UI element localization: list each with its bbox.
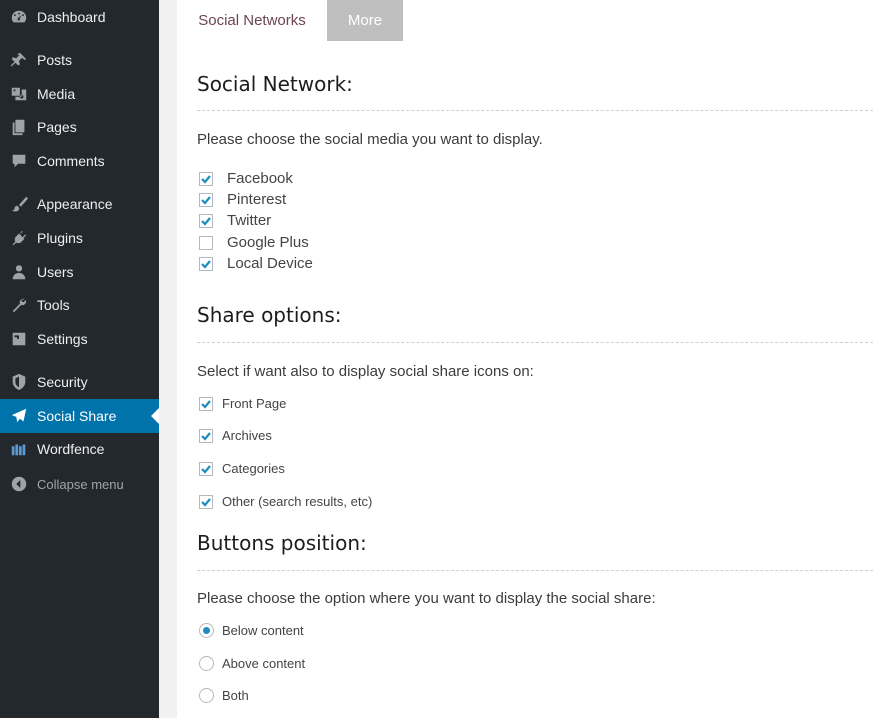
- tab-social-networks[interactable]: Social Networks: [182, 0, 322, 41]
- radio-dot: [203, 627, 210, 634]
- checkbox-front-page[interactable]: Front Page: [199, 396, 286, 411]
- checkbox-pinterest[interactable]: Pinterest: [199, 191, 286, 208]
- radio-label: Below content: [222, 623, 304, 638]
- checkbox-box[interactable]: [199, 213, 213, 228]
- radio-both[interactable]: Both: [199, 688, 249, 703]
- checkbox-local-device[interactable]: Local Device: [199, 255, 313, 272]
- user-icon: [10, 263, 28, 281]
- media-icon: [10, 85, 28, 103]
- sidebar-item-label: Plugins: [37, 230, 83, 246]
- radio-above-content[interactable]: Above content: [199, 656, 305, 671]
- sidebar-item-wordfence[interactable]: Wordfence: [0, 432, 159, 466]
- checkbox-box[interactable]: [199, 256, 213, 271]
- sidebar-item-label: Users: [37, 264, 74, 280]
- checkbox-google-plus[interactable]: Google Plus: [199, 234, 309, 251]
- section-divider: [197, 342, 873, 343]
- sidebar-item-posts[interactable]: Posts: [0, 43, 159, 77]
- radio-label: Both: [222, 688, 249, 703]
- radio-button[interactable]: [199, 656, 214, 671]
- sidebar-item-label: Settings: [37, 331, 88, 347]
- social-network-title: Social Network:: [197, 72, 353, 96]
- checkbox-label: Twitter: [227, 212, 272, 229]
- section-divider: [197, 110, 873, 111]
- sidebar-item-label: Security: [37, 374, 88, 390]
- checkbox-facebook[interactable]: Facebook: [199, 170, 293, 187]
- sidebar-item-label: Pages: [37, 119, 77, 135]
- social-network-description: Please choose the social media you want …: [197, 131, 543, 148]
- plug-icon: [10, 229, 28, 247]
- radio-label: Above content: [222, 656, 306, 671]
- sidebar-item-tools[interactable]: Tools: [0, 288, 159, 322]
- checkbox-label: Front Page: [222, 396, 287, 411]
- sidebar-item-label: Comments: [37, 153, 105, 169]
- sidebar-item-label: Posts: [37, 52, 73, 68]
- collapse-arrow-icon: [10, 475, 28, 493]
- sidebar-item-label: Appearance: [37, 196, 113, 212]
- sidebar-item-comments[interactable]: Comments: [0, 144, 159, 178]
- section-divider: [197, 570, 873, 571]
- checkbox-archives[interactable]: Archives: [199, 428, 272, 443]
- sidebar-item-media[interactable]: Media: [0, 77, 159, 111]
- tab-more[interactable]: More: [327, 0, 403, 41]
- checkbox-box[interactable]: [199, 494, 213, 509]
- settings-icon: [10, 330, 28, 348]
- checkbox-categories[interactable]: Categories: [199, 461, 285, 476]
- sidebar-item-appearance[interactable]: Appearance: [0, 187, 159, 221]
- checkbox-label: Categories: [222, 461, 285, 476]
- sidebar-item-social-share[interactable]: Social Share: [0, 399, 159, 433]
- checkbox-box[interactable]: [199, 171, 213, 186]
- checkbox-label: Other (search results, etc): [222, 494, 373, 509]
- wrench-icon: [10, 296, 28, 314]
- sidebar-item-users[interactable]: Users: [0, 255, 159, 289]
- pin-icon: [10, 51, 28, 69]
- dashboard-icon: [10, 8, 28, 26]
- buttons-position-description: Please choose the option where you want …: [197, 590, 656, 607]
- radio-button[interactable]: [199, 623, 214, 638]
- admin-sidebar: Dashboard Posts Media Pages Comments App…: [0, 0, 159, 718]
- checkbox-twitter[interactable]: Twitter: [199, 212, 271, 229]
- send-icon: [10, 407, 28, 425]
- comment-icon: [10, 152, 28, 170]
- checkbox-box[interactable]: [199, 428, 213, 443]
- checkbox-box[interactable]: [199, 461, 213, 476]
- sidebar-item-settings[interactable]: Settings: [0, 322, 159, 356]
- shield-icon: [10, 373, 28, 391]
- checkbox-label: Google Plus: [227, 234, 309, 251]
- sidebar-item-dashboard[interactable]: Dashboard: [0, 0, 159, 34]
- brush-icon: [10, 195, 28, 213]
- sidebar-item-security[interactable]: Security: [0, 365, 159, 399]
- share-options-title: Share options:: [197, 303, 342, 327]
- collapse-menu-label: Collapse menu: [37, 476, 124, 492]
- wordfence-icon: [10, 440, 28, 458]
- share-options-description: Select if want also to display social sh…: [197, 363, 534, 380]
- sidebar-item-label: Social Share: [37, 408, 117, 424]
- radio-button[interactable]: [199, 688, 214, 703]
- pages-icon: [10, 118, 28, 136]
- checkbox-box[interactable]: [199, 192, 213, 207]
- checkbox-label: Pinterest: [227, 191, 287, 208]
- checkbox-box[interactable]: [199, 396, 213, 411]
- checkbox-other[interactable]: Other (search results, etc): [199, 494, 372, 509]
- sidebar-item-pages[interactable]: Pages: [0, 110, 159, 144]
- checkbox-label: Facebook: [227, 170, 293, 187]
- sidebar-item-label: Tools: [37, 297, 70, 313]
- sidebar-item-label: Dashboard: [37, 9, 106, 25]
- collapse-menu-button[interactable]: Collapse menu: [0, 467, 159, 501]
- checkbox-label: Local Device: [227, 255, 313, 272]
- sidebar-item-plugins[interactable]: Plugins: [0, 221, 159, 255]
- checkbox-box[interactable]: [199, 235, 213, 250]
- radio-below-content[interactable]: Below content: [199, 623, 304, 638]
- sidebar-item-label: Media: [37, 86, 76, 102]
- settings-panel: Social Networks More Social Network: Ple…: [177, 0, 875, 718]
- sidebar-item-label: Wordfence: [37, 441, 105, 457]
- buttons-position-title: Buttons position:: [197, 531, 367, 555]
- checkbox-label: Archives: [222, 428, 272, 443]
